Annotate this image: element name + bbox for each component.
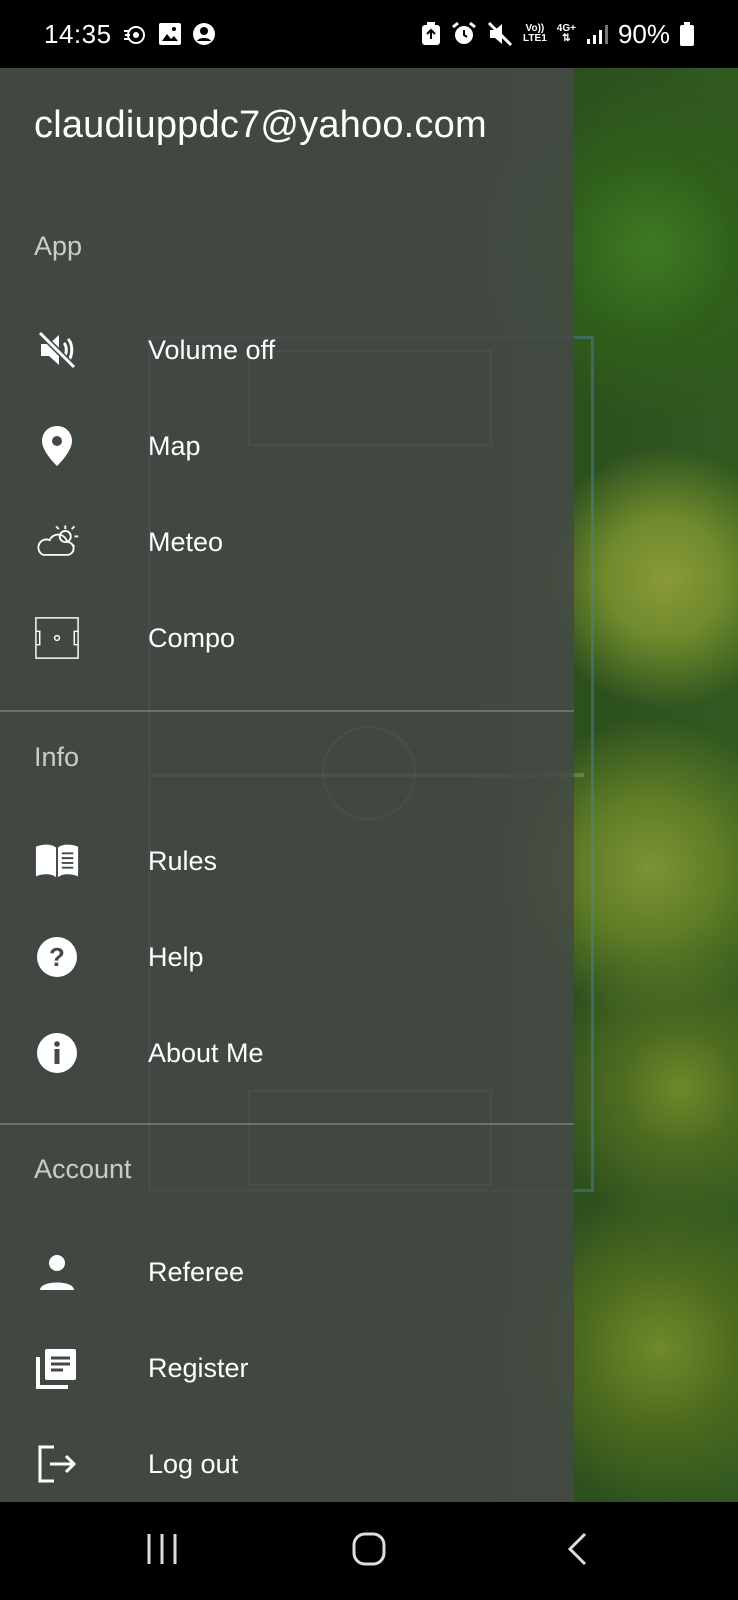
- status-left: 14:35: [44, 19, 216, 50]
- screen-recorder-icon: [122, 21, 148, 47]
- menu-item-compo[interactable]: Compo: [0, 590, 574, 686]
- alarm-icon: [451, 21, 477, 47]
- section-header-info: Info: [34, 742, 80, 772]
- data-arrows-icon: ⇅: [562, 33, 571, 44]
- battery-percent: 90%: [617, 18, 670, 49]
- recents-icon: [144, 1532, 180, 1571]
- person-icon: [34, 1249, 80, 1295]
- gallery-icon: [158, 22, 182, 46]
- svg-text:?: ?: [49, 942, 65, 972]
- menu-label: Referee: [148, 1256, 245, 1287]
- menu-label: Log out: [148, 1448, 239, 1479]
- recents-button[interactable]: [132, 1526, 192, 1576]
- weather-icon: [34, 519, 80, 565]
- account-circle-icon: [192, 22, 216, 46]
- menu-item-rules[interactable]: Rules: [0, 813, 574, 909]
- home-button[interactable]: [339, 1526, 399, 1576]
- system-nav-bar: [0, 1502, 738, 1600]
- book-icon: [34, 838, 80, 884]
- menu-label: Meteo: [148, 526, 224, 557]
- menu-label: About Me: [148, 1037, 264, 1068]
- status-time: 14:35: [44, 18, 112, 49]
- menu-item-volume-off[interactable]: Volume off: [0, 302, 574, 398]
- info-icon: [34, 1030, 80, 1076]
- volume-off-icon: [34, 327, 80, 373]
- account-email: claudiuppdc7@yahoo.com: [34, 104, 487, 146]
- back-button[interactable]: [547, 1526, 607, 1576]
- menu-label: Map: [148, 430, 201, 461]
- menu-label: Register: [148, 1352, 249, 1383]
- register-icon: [34, 1345, 80, 1391]
- status-right: Vo)) LTE1 4G+ ⇅ 90%: [421, 19, 694, 50]
- menu-item-about-me[interactable]: About Me: [0, 1005, 574, 1101]
- menu-item-help[interactable]: ? Help: [0, 909, 574, 1005]
- menu-item-referee[interactable]: Referee: [0, 1224, 574, 1320]
- home-icon: [351, 1531, 387, 1572]
- pitch-icon: [34, 615, 80, 661]
- help-icon: ?: [34, 934, 80, 980]
- menu-label: Help: [148, 941, 204, 972]
- menu-label: Compo: [148, 622, 236, 653]
- menu-item-log-out[interactable]: Log out: [0, 1416, 574, 1512]
- volte-bottom: LTE1: [523, 33, 547, 44]
- navigation-drawer: claudiuppdc7@yahoo.com App Volume off Ma…: [0, 68, 574, 1502]
- menu-item-register[interactable]: Register: [0, 1320, 574, 1416]
- section-divider: [0, 710, 574, 712]
- menu-label: Rules: [148, 845, 218, 876]
- map-pin-icon: [34, 423, 80, 469]
- section-header-app: App: [34, 231, 83, 261]
- network-type-indicator: 4G+ ⇅: [557, 24, 576, 44]
- menu-label: Volume off: [148, 334, 276, 365]
- section-header-account: Account: [34, 1154, 132, 1184]
- section-divider: [0, 1123, 574, 1125]
- back-icon: [565, 1531, 589, 1572]
- recycle-app-icon: [421, 22, 441, 46]
- mute-icon: [487, 21, 513, 47]
- logout-icon: [34, 1441, 80, 1487]
- battery-icon: [680, 22, 694, 46]
- signal-icon: [586, 23, 608, 45]
- status-bar: 14:35 Vo)) LTE1 4G+ ⇅ 90%: [0, 0, 738, 68]
- volte-indicator: Vo)) LTE1: [523, 24, 547, 44]
- menu-item-map[interactable]: Map: [0, 398, 574, 494]
- menu-item-meteo[interactable]: Meteo: [0, 494, 574, 590]
